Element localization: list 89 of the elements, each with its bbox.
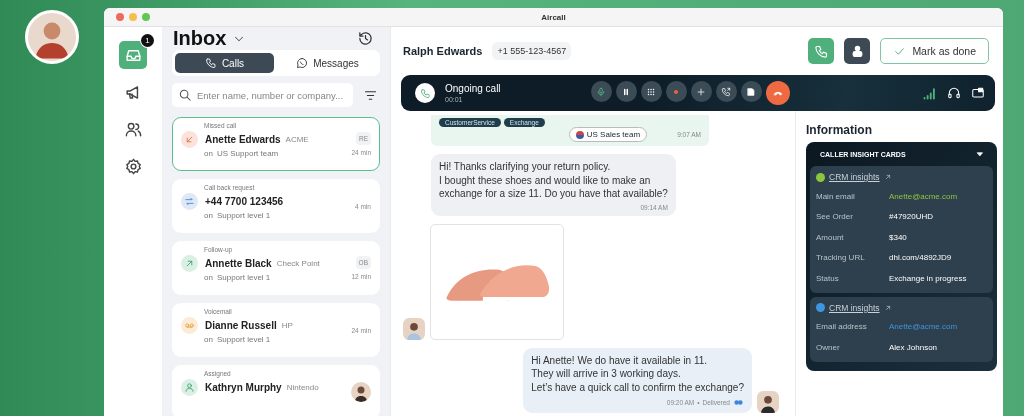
field-value: Alex Johnson: [889, 342, 938, 352]
message-text: Hi! Thanks clarifying your return policy. I bought these shoes and would like to make an exchange for a size 11. Do you have that available?: [439, 160, 668, 201]
arrow-down-left-icon: [181, 131, 198, 148]
avatar[interactable]: [25, 10, 79, 64]
phone-icon: [415, 83, 435, 103]
team-prefix: on: [204, 273, 213, 282]
crm-link[interactable]: CRM insights: [829, 172, 880, 182]
external-link-icon: [883, 173, 892, 181]
hold-button[interactable]: [615, 81, 637, 102]
plus-icon: [696, 86, 707, 97]
notification-badge: 1: [141, 34, 154, 47]
mark-as-done-button[interactable]: Mark as done: [880, 38, 989, 64]
contact-name: Kathryn Murphy: [205, 382, 282, 393]
company-name: Check Point: [276, 259, 320, 268]
caret-down-icon: [975, 149, 985, 159]
hang-up-button[interactable]: [765, 81, 790, 105]
field-label: Amount: [816, 232, 845, 242]
team-name: Support level 1: [216, 273, 271, 282]
contact-name: Anette Edwards: [205, 134, 281, 145]
avatar: [403, 317, 425, 340]
note-icon: [746, 86, 757, 97]
note-button[interactable]: [740, 81, 762, 102]
signal-icon: [922, 85, 937, 101]
team-name: US Support team: [216, 149, 279, 158]
headset-icon[interactable]: [947, 86, 961, 100]
inbox-title: Inbox: [173, 27, 227, 50]
company-name: HP: [281, 321, 293, 330]
close-button[interactable]: [116, 13, 124, 21]
call-status: Ongoing call: [445, 83, 501, 94]
swap-arrows-icon: [181, 193, 198, 210]
field-label: Main email: [816, 191, 856, 201]
avatar: [757, 391, 779, 413]
company-name: Nintendo: [286, 383, 319, 392]
phone-forward-icon: [721, 86, 732, 97]
contact-name: +44 7700 123456: [205, 196, 284, 207]
search-field[interactable]: Enter name, number or company...: [172, 83, 353, 107]
tab[interactable]: Calls: [175, 53, 274, 73]
team-name: Support level 1: [216, 335, 271, 344]
person-icon: [181, 379, 198, 396]
voicemail-icon: [181, 317, 198, 334]
nav-button[interactable]: [119, 41, 147, 69]
call-button[interactable]: [808, 38, 835, 64]
message-text: Hi Anette! We do have it available in 11. They will arrive in 3 working days. Let’s have a quick call to confirm the exchange?: [531, 353, 744, 394]
keypad-button[interactable]: [640, 81, 662, 102]
chat-bubble-icon: [296, 57, 309, 69]
phone-number: +1 555-123-4567: [492, 42, 572, 60]
team-prefix: on: [204, 335, 213, 344]
keypad-icon: [646, 86, 657, 97]
company-name: ACME: [285, 135, 309, 144]
tab[interactable]: Messages: [278, 53, 377, 73]
field-value: #47920UHD: [889, 212, 934, 222]
history-icon[interactable]: [357, 30, 374, 47]
email-link[interactable]: Anette@acme.com: [889, 322, 958, 332]
contact-button[interactable]: [844, 38, 871, 64]
flag-icon: [575, 130, 584, 139]
avatar: [351, 382, 371, 402]
field-value: dhl.com/4892JD9: [889, 253, 952, 263]
field-value: Exchange in progress: [889, 273, 967, 283]
external-link-icon: [883, 303, 892, 312]
arrow-up-right-icon: [181, 255, 198, 272]
window-title: Aircall: [540, 12, 567, 22]
search-icon: [178, 88, 192, 102]
settings-icon: [123, 156, 143, 176]
add-call-button[interactable]: [690, 81, 712, 102]
record-button[interactable]: [665, 81, 687, 102]
window-icon[interactable]: [971, 86, 985, 100]
contact-name: Dianne Russell: [205, 320, 277, 331]
mute-button[interactable]: [590, 81, 612, 102]
field-label: Owner: [816, 342, 841, 352]
contact-name: Ralph Edwards: [403, 45, 483, 57]
team-prefix: on: [204, 149, 213, 158]
field-label: Email address: [816, 322, 868, 332]
microphone-icon: [596, 86, 607, 97]
phone-icon: [204, 57, 217, 69]
contact-name: Annette Black: [205, 258, 272, 269]
person-card-icon: [849, 43, 865, 59]
email-link[interactable]: Anette@acme.com: [889, 191, 958, 201]
section-title: Information: [806, 123, 873, 137]
phone-icon: [813, 43, 829, 59]
team-name: US Sales team: [586, 130, 641, 139]
field-label: Tracking URL: [816, 253, 866, 263]
team-name: Support level 1: [216, 211, 271, 220]
transfer-button[interactable]: [715, 81, 737, 102]
field-label: Status: [816, 273, 840, 283]
field-label: See Order: [816, 212, 854, 222]
field-value: $340: [889, 232, 907, 242]
crm-link[interactable]: CRM insights: [829, 302, 880, 313]
team-prefix: on: [204, 211, 213, 220]
inbox-dropdown[interactable]: Inbox: [173, 27, 247, 50]
